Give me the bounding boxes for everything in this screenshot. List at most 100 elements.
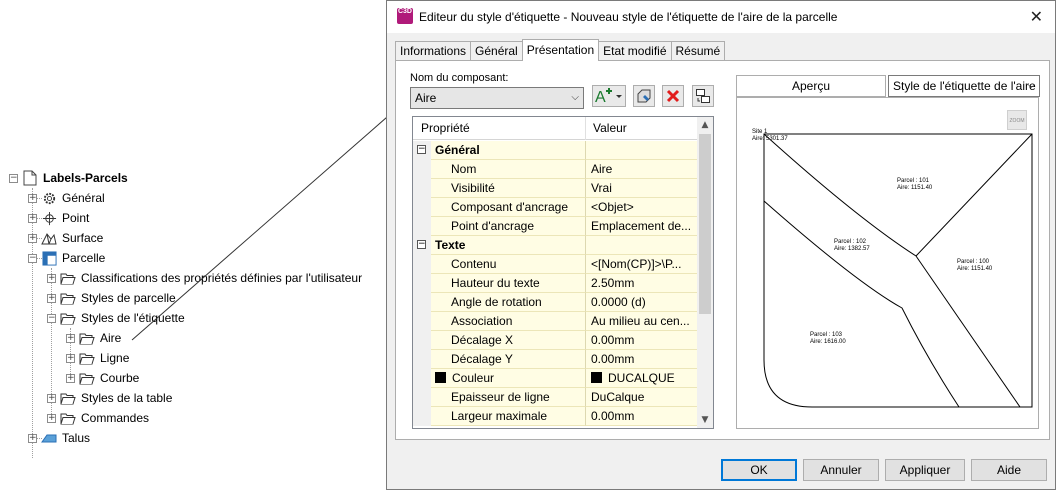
property-value[interactable]: 0.00mm (586, 350, 698, 369)
tree-item-labels-parcels[interactable]: − Labels-Parcels (9, 168, 128, 188)
expand-icon[interactable]: + (47, 273, 56, 283)
collapse-icon[interactable]: − (417, 240, 426, 249)
expand-icon[interactable]: + (47, 293, 56, 303)
grid-property-row[interactable]: Décalage X 0.00mm (413, 331, 698, 350)
preview-parcel-103-area: Aire: 1616.00 (810, 339, 846, 345)
property-value[interactable] (586, 141, 698, 160)
property-value[interactable]: Emplacement de... (586, 217, 698, 236)
property-value[interactable]: Aire (586, 160, 698, 179)
tab-etat-modifie[interactable]: Etat modifié (598, 41, 672, 61)
property-name: Association (431, 312, 586, 331)
property-value[interactable]: Vrai (586, 179, 698, 198)
svg-text:A: A (595, 89, 606, 105)
folder-icon (60, 410, 76, 426)
tree-item-courbe[interactable]: + Courbe (66, 368, 139, 388)
grid-property-row[interactable]: Décalage Y 0.00mm (413, 350, 698, 369)
tree-label-styles-etiquette: Styles de l'étiquette (81, 311, 185, 325)
tree-label-root: Labels-Parcels (43, 171, 128, 185)
tree-item-commandes[interactable]: + Commandes (47, 408, 149, 428)
tab-presentation[interactable]: Présentation (521, 39, 600, 61)
tree-item-talus[interactable]: + Talus (28, 428, 90, 448)
expand-icon[interactable]: + (47, 393, 56, 403)
scroll-up-icon[interactable]: ▲ (697, 117, 713, 133)
tree-item-styles-parcelle[interactable]: + Styles de parcelle (47, 288, 176, 308)
folder-icon (60, 290, 76, 306)
add-component-button[interactable]: A (592, 85, 626, 107)
preview-style-select[interactable]: Style de l'étiquette de l'aire ⌵ (888, 75, 1040, 97)
chevron-down-icon: ⌵ (1027, 80, 1035, 91)
cancel-button[interactable]: Annuler (803, 459, 879, 481)
component-name-label: Nom du composant: (410, 72, 509, 84)
expand-icon[interactable]: + (28, 193, 37, 203)
draw-order-button[interactable] (692, 85, 714, 107)
expand-icon[interactable]: + (66, 353, 75, 363)
tree-item-aire[interactable]: + Aire (66, 328, 121, 348)
tree-item-ligne[interactable]: + Ligne (66, 348, 129, 368)
tab-informations[interactable]: Informations (395, 41, 472, 61)
delete-component-button[interactable] (662, 85, 684, 107)
grid-scrollbar[interactable]: ▲ ▼ (697, 117, 713, 428)
collapse-icon[interactable]: − (47, 313, 56, 323)
help-button[interactable]: Aide (971, 459, 1047, 481)
collapse-icon[interactable]: − (417, 145, 426, 154)
preview-site-label: Site 1 (752, 129, 768, 135)
grid-property-row[interactable]: Angle de rotation 0.0000 (d) (413, 293, 698, 312)
grid-property-row[interactable]: Association Au milieu au cen... (413, 312, 698, 331)
property-name-text: Couleur (452, 371, 495, 385)
property-value[interactable] (586, 236, 698, 255)
grid-category-row[interactable]: − Général (413, 141, 698, 160)
tree-label-courbe: Courbe (100, 371, 140, 385)
property-value[interactable]: 0.0000 (d) (586, 293, 698, 312)
apply-button[interactable]: Appliquer (885, 459, 965, 481)
property-value[interactable]: <[Nom(CP)]>\P... (586, 255, 698, 274)
component-name-select[interactable]: Aire ⌵ (410, 87, 584, 109)
collapse-icon[interactable]: − (9, 173, 18, 183)
property-value[interactable]: <Objet> (586, 198, 698, 217)
component-name-value: Aire (415, 91, 437, 105)
grid-property-row[interactable]: Contenu <[Nom(CP)]>\P... (413, 255, 698, 274)
close-icon[interactable]: ✕ (1030, 7, 1043, 26)
expand-icon[interactable]: + (28, 213, 37, 223)
scroll-thumb[interactable] (699, 134, 711, 314)
property-value[interactable]: Au milieu au cen... (586, 312, 698, 331)
grid-property-row[interactable]: Point d'ancrage Emplacement de... (413, 217, 698, 236)
expand-icon[interactable]: + (28, 233, 37, 243)
grid-property-row[interactable]: Hauteur du texte 2.50mm (413, 274, 698, 293)
tab-general[interactable]: Général (470, 41, 523, 61)
property-value[interactable]: 0.00mm (586, 331, 698, 350)
expand-icon[interactable]: + (28, 433, 37, 443)
tree-item-classifications[interactable]: + Classifications des propriétés définie… (47, 268, 362, 288)
tree-item-surface[interactable]: + Surface (28, 228, 103, 248)
property-value[interactable]: DuCalque (586, 388, 698, 407)
tree-item-parcelle[interactable]: − Parcelle (28, 248, 105, 268)
grid-property-row[interactable]: Nom Aire (413, 160, 698, 179)
grid-property-row[interactable]: Largeur maximale 0.00mm (413, 407, 698, 426)
tab-resume[interactable]: Résumé (670, 41, 726, 61)
grid-property-row[interactable]: Epaisseur de ligne DuCalque (413, 388, 698, 407)
property-name: Point d'ancrage (431, 217, 586, 236)
property-value[interactable]: 2.50mm (586, 274, 698, 293)
collapse-icon[interactable]: − (28, 253, 37, 263)
tree-item-general[interactable]: + Général (28, 188, 105, 208)
ok-button[interactable]: OK (721, 459, 797, 481)
gear-icon (41, 190, 57, 206)
property-name: Contenu (431, 255, 586, 274)
expand-icon[interactable]: + (66, 333, 75, 343)
tree-label-commandes: Commandes (81, 411, 150, 425)
scroll-down-icon[interactable]: ▼ (697, 412, 713, 428)
color-swatch-icon (435, 372, 446, 383)
property-value[interactable]: DUCALQUE (586, 369, 698, 388)
tree-item-styles-etiquette[interactable]: − Styles de l'étiquette (47, 308, 185, 328)
expand-icon[interactable]: + (47, 413, 56, 423)
grid-property-row[interactable]: Visibilité Vrai (413, 179, 698, 198)
title-bar[interactable]: C3D Editeur du style d'étiquette - Nouve… (387, 1, 1055, 33)
folder-icon (79, 370, 95, 386)
expand-icon[interactable]: + (66, 373, 75, 383)
grid-category-row[interactable]: − Texte (413, 236, 698, 255)
grid-property-row[interactable]: Couleur DUCALQUE (413, 369, 698, 388)
tree-item-point[interactable]: + Point (28, 208, 89, 228)
grid-property-row[interactable]: Composant d'ancrage <Objet> (413, 198, 698, 217)
property-value[interactable]: 0.00mm (586, 407, 698, 426)
copy-component-button[interactable] (633, 85, 655, 107)
tree-item-styles-table[interactable]: + Styles de la table (47, 388, 172, 408)
